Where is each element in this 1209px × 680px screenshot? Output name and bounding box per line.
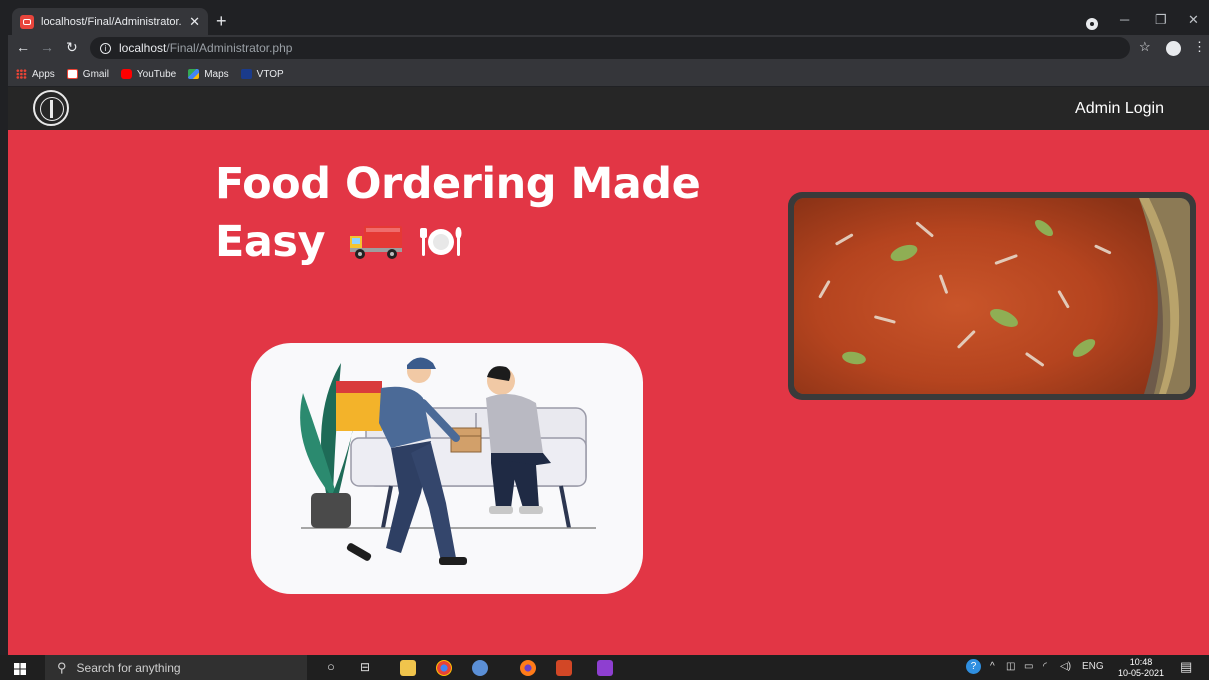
- firefox-icon[interactable]: [520, 660, 536, 676]
- taskbar-clock[interactable]: 10:48 10-05-2021: [1118, 657, 1164, 679]
- bookmark-label: Gmail: [82, 68, 109, 80]
- url-path: /Final/Administrator.php: [166, 41, 293, 55]
- powerpoint-icon[interactable]: [556, 660, 572, 676]
- vtop-icon: [240, 69, 252, 79]
- bookmark-youtube[interactable]: YouTube: [120, 68, 177, 80]
- bookmark-maps[interactable]: Maps: [188, 68, 229, 80]
- forward-icon[interactable]: →: [40, 39, 54, 55]
- bookmark-label: Maps: [204, 68, 229, 80]
- bookmark-label: Apps: [32, 68, 55, 80]
- hero-line-1: Food Ordering Made: [215, 159, 701, 209]
- url-host: localhost: [119, 41, 167, 55]
- bookmark-vtop[interactable]: VTOP: [240, 68, 284, 80]
- profile-avatar-icon[interactable]: [1166, 41, 1181, 56]
- bookmark-label: VTOP: [256, 68, 284, 80]
- hero-line-2: Easy: [215, 217, 326, 267]
- address-bar[interactable]: i localhost /Final/Administrator.php: [90, 37, 1130, 59]
- tab-close-icon[interactable]: ✕: [189, 14, 200, 30]
- bookmark-apps[interactable]: Apps: [16, 69, 55, 80]
- back-icon[interactable]: ←: [16, 39, 30, 55]
- bookmark-star-icon[interactable]: ☆: [1139, 39, 1151, 55]
- chrome-taskbar-icon[interactable]: [436, 660, 452, 676]
- bookmarks-bar: Apps Gmail YouTube Maps VTOP: [8, 62, 1209, 86]
- window-close-icon[interactable]: ✕: [1188, 12, 1199, 28]
- browser-tab-strip: localhost/Final/Administrator.ph ✕ + ─ ❐…: [8, 8, 1209, 35]
- web-page: Admin Login Food Ordering Made Easy: [8, 87, 1209, 655]
- admin-login-link[interactable]: Admin Login: [1075, 100, 1164, 118]
- minimize-icon[interactable]: ─: [1120, 12, 1129, 27]
- site-info-icon[interactable]: i: [100, 42, 111, 54]
- cortana-icon[interactable]: ○: [327, 659, 335, 674]
- restaurant-logo-icon[interactable]: [33, 90, 69, 126]
- chrome-profile-icon[interactable]: [1086, 18, 1098, 30]
- clock-time: 10:48: [1129, 657, 1153, 667]
- youtube-icon: [120, 69, 132, 79]
- clock-date: 10-05-2021: [1118, 668, 1165, 678]
- tray-chevron-icon[interactable]: ^: [990, 661, 995, 672]
- apps-grid-icon: [16, 69, 27, 79]
- plate-cutlery-icon: [419, 215, 462, 256]
- bookmark-gmail[interactable]: Gmail: [66, 68, 109, 80]
- new-tab-icon[interactable]: +: [216, 11, 227, 32]
- menu-kebab-icon[interactable]: ⋮: [1193, 39, 1206, 55]
- delivery-illustration-card: [251, 343, 643, 594]
- site-favicon-icon: [20, 14, 34, 29]
- language-indicator[interactable]: ENG: [1082, 661, 1104, 672]
- browser-tab[interactable]: localhost/Final/Administrator.ph ✕: [12, 8, 208, 35]
- tab-title: localhost/Final/Administrator.ph: [41, 15, 181, 28]
- task-view-icon[interactable]: ⊟: [360, 660, 370, 674]
- notifications-icon[interactable]: ▤: [1180, 659, 1192, 675]
- battery-icon[interactable]: ▭: [1024, 661, 1033, 672]
- browser-toolbar: ← → ↻ i localhost /Final/Administrator.p…: [8, 35, 1209, 62]
- gmail-icon: [66, 69, 78, 79]
- delivery-illustration: [300, 357, 596, 565]
- site-navbar: Admin Login: [8, 87, 1209, 130]
- search-placeholder: Search for anything: [76, 660, 181, 675]
- windows-start-icon[interactable]: [14, 662, 26, 675]
- wifi-icon[interactable]: ◜: [1043, 661, 1047, 672]
- app-g-icon[interactable]: [597, 660, 613, 676]
- help-icon[interactable]: ?: [966, 659, 981, 674]
- windows-taskbar: ⚲ Search for anything ○ ⊟ ? ^ ◫ ▭ ◜ ◁) E…: [0, 655, 1209, 680]
- maps-icon: [188, 69, 200, 79]
- reload-icon[interactable]: ↻: [66, 39, 78, 56]
- halwa-dessert-image: [794, 198, 1190, 394]
- food-photo-frame: [788, 192, 1196, 400]
- delivery-truck-icon: [348, 217, 406, 259]
- volume-icon[interactable]: ◁): [1060, 661, 1071, 672]
- hero-heading: Food Ordering Made Easy: [215, 155, 735, 271]
- snip-app-icon[interactable]: [472, 660, 488, 676]
- network-icon[interactable]: ◫: [1006, 661, 1015, 672]
- file-explorer-icon[interactable]: [400, 660, 416, 676]
- bookmark-label: YouTube: [136, 68, 177, 80]
- search-icon: ⚲: [57, 659, 67, 675]
- taskbar-search[interactable]: ⚲ Search for anything: [45, 655, 307, 680]
- restore-icon[interactable]: ❐: [1155, 12, 1167, 28]
